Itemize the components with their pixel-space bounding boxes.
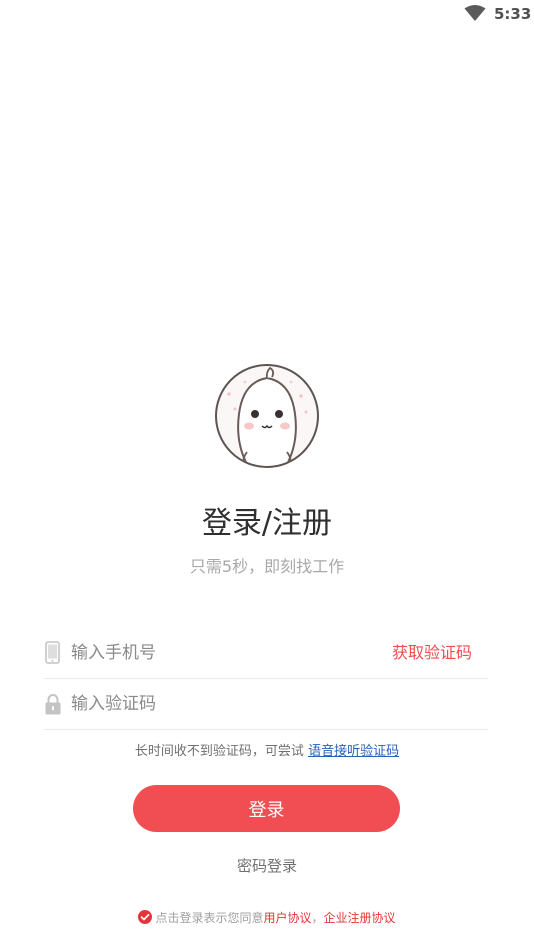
cartoon-bun-avatar-icon (215, 364, 319, 468)
get-verification-code-button[interactable]: 获取验证码 (392, 642, 472, 664)
wifi-icon (464, 5, 486, 21)
checked-circle-icon[interactable] (138, 910, 153, 924)
verification-code-input[interactable] (71, 691, 371, 717)
status-bar: 5:33 (0, 0, 534, 28)
status-time: 5:33 (494, 5, 532, 23)
user-agreement-link[interactable]: 用户协议 (263, 911, 311, 925)
voice-code-hint: 长时间收不到验证码，可尝试 语音接听验证码 (0, 742, 534, 762)
agreement-text: 点击登录表示您同意 (155, 911, 264, 925)
lock-icon (45, 694, 61, 715)
phone-icon (45, 641, 60, 664)
agreement-separator: ， (311, 911, 324, 925)
divider (44, 729, 488, 730)
voice-code-link[interactable]: 语音接听验证码 (308, 744, 399, 759)
voice-hint-text: 长时间收不到验证码，可尝试 (134, 744, 309, 759)
password-login-link[interactable]: 密码登录 (0, 855, 534, 877)
login-button[interactable]: 登录 (133, 785, 400, 832)
agreement-row: 点击登录表示您同意用户协议，企业注册协议 (0, 908, 534, 928)
page-title: 登录/注册 (201, 506, 333, 541)
divider (44, 678, 488, 679)
page-subtitle: 只需5秒，即刻找工作 (189, 557, 345, 576)
enterprise-agreement-link[interactable]: 企业注册协议 (324, 911, 396, 925)
phone-number-input[interactable] (71, 640, 371, 666)
login-screen: 5:33 登录/注册 只需5秒，即刻找工作 输入手机号 获取验证码 输入验证码 … (0, 0, 534, 949)
